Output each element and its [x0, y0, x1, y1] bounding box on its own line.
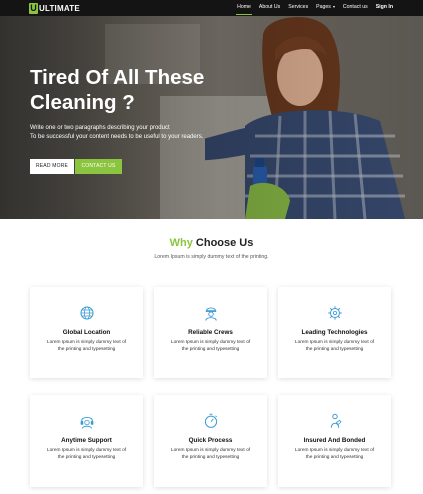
feature-title: Quick Process — [188, 437, 233, 444]
crew-worker-icon — [205, 307, 217, 321]
insured-person-icon — [330, 413, 342, 428]
feature-card-leading-technologies: Leading Technologies Lorem Ipsum is simp… — [278, 287, 391, 378]
quick-timer-icon — [204, 413, 218, 428]
caret-down-icon — [332, 5, 335, 8]
contact-us-button[interactable]: CONTACT US — [75, 159, 122, 174]
nav-contact-us[interactable]: Contact us — [343, 0, 368, 16]
feature-text-line-2: the printing and typesetting — [57, 347, 116, 352]
feature-card-global-location: Global Location Lorem Ipsum is simply du… — [30, 287, 143, 378]
feature-card-anytime-support: Anytime Support Lorem Ipsum is simply du… — [30, 395, 143, 487]
feature-text-line-1: Lorem Ipsum is simply dummy text of — [170, 340, 251, 345]
support-headset-icon — [80, 416, 94, 429]
nav-pages-label: Pages — [316, 4, 331, 10]
brand-name: ULTIMATE — [39, 3, 80, 13]
logo-mark-icon: U — [29, 2, 38, 14]
feature-text-line-1: Lorem Ipsum is simply dummy text of — [46, 340, 127, 345]
nav-services[interactable]: Services — [288, 0, 308, 16]
sign-in-link[interactable]: Sign In — [376, 0, 393, 16]
technology-gear-icon — [328, 306, 342, 320]
feature-text-line-1: Lorem Ipsum is simply dummy text of — [46, 448, 127, 453]
feature-title: Anytime Support — [61, 437, 112, 444]
globe-location-icon — [80, 306, 94, 320]
nav-pages[interactable]: Pages — [316, 0, 335, 16]
section-title-highlight: Why — [169, 237, 193, 249]
feature-title: Leading Technologies — [301, 329, 368, 336]
main-nav: Home About Us Services Pages Contact us … — [229, 0, 393, 16]
feature-card-quick-process: Quick Process Lorem Ipsum is simply dumm… — [154, 395, 267, 487]
feature-title: Global Location — [62, 329, 111, 336]
feature-title: Reliable Crews — [188, 329, 233, 336]
feature-text-line-2: the printing and typesetting — [57, 455, 116, 460]
feature-text-line-2: the printing and typesetting — [181, 455, 240, 460]
section-title-rest: Choose Us — [195, 237, 254, 249]
brand-logo[interactable]: U ULTIMATE — [29, 2, 80, 14]
feature-card-reliable-crews: Reliable Crews Lorem Ipsum is simply dum… — [154, 287, 267, 378]
feature-text-line-1: Lorem Ipsum is simply dummy text of — [170, 448, 251, 453]
feature-text-line-2: the printing and typesetting — [305, 347, 364, 352]
feature-text-line-2: the printing and typesetting — [181, 347, 240, 352]
feature-title: Insured And Bonded — [303, 437, 366, 444]
top-navbar: U ULTIMATE Home About Us Services Pages … — [0, 0, 423, 16]
nav-about-us[interactable]: About Us — [259, 0, 280, 16]
hero-title: Tired Of All These Cleaning ? — [30, 66, 205, 114]
section-subtitle: Lorem Ipsum is simply dummy text of the … — [154, 254, 269, 260]
hero-description-line-1: Write one or two paragraphs describing y… — [30, 125, 170, 131]
hero-overlay — [0, 16, 423, 219]
feature-text-line-2: the printing and typesetting — [305, 455, 364, 460]
nav-home[interactable]: Home — [236, 0, 252, 16]
section-title: Why Choose Us — [0, 237, 423, 249]
feature-text-line-1: Lorem Ipsum is simply dummy text of — [294, 448, 375, 453]
feature-text-line-1: Lorem Ipsum is simply dummy text of — [294, 340, 375, 345]
hero-description-line-2: To be successful your content needs to b… — [30, 134, 204, 140]
feature-card-insured-and-bonded: Insured And Bonded Lorem Ipsum is simply… — [278, 395, 391, 487]
read-more-button[interactable]: READ MORE — [30, 159, 74, 174]
hero-banner: Tired Of All These Cleaning ? Write one … — [0, 16, 423, 219]
